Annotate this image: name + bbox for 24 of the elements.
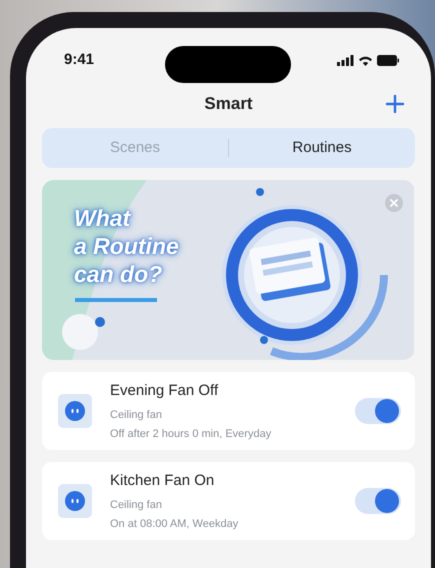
device-name: Ceiling fan xyxy=(110,498,163,514)
outlet-icon xyxy=(58,394,92,428)
close-icon xyxy=(390,199,398,207)
status-time: 9:41 xyxy=(64,50,94,70)
device-name: Ceiling fan xyxy=(110,408,163,424)
page-title: Smart xyxy=(204,93,253,116)
routine-name: Kitchen Fan On xyxy=(110,470,216,491)
add-icon xyxy=(385,94,405,114)
routine-card[interactable]: Evening Fan Off Ceiling fan Off after 2 hours 0 min, Everyday xyxy=(42,372,415,450)
routine-schedule: On at 08:00 AM, Weekday xyxy=(110,516,238,532)
signal-icon xyxy=(337,54,354,66)
routine-card[interactable]: Kitchen Fan On Ceiling fan On at 08:00 AM, Weekday xyxy=(42,462,415,540)
banner-headline: can do? xyxy=(74,260,164,288)
toggle-switch[interactable] xyxy=(355,398,401,424)
routine-schedule: Off after 2 hours 0 min, Everyday xyxy=(110,426,272,442)
segment-tab[interactable]: Routines xyxy=(229,128,415,168)
add-button[interactable] xyxy=(383,92,407,116)
battery-icon xyxy=(377,54,399,66)
toggle-switch[interactable] xyxy=(355,488,401,514)
outlet-icon xyxy=(58,484,92,518)
routine-name: Evening Fan Off xyxy=(110,380,220,401)
banner-headline: What xyxy=(74,204,132,232)
wifi-icon xyxy=(358,54,373,66)
banner-headline: a Routine xyxy=(74,232,179,260)
